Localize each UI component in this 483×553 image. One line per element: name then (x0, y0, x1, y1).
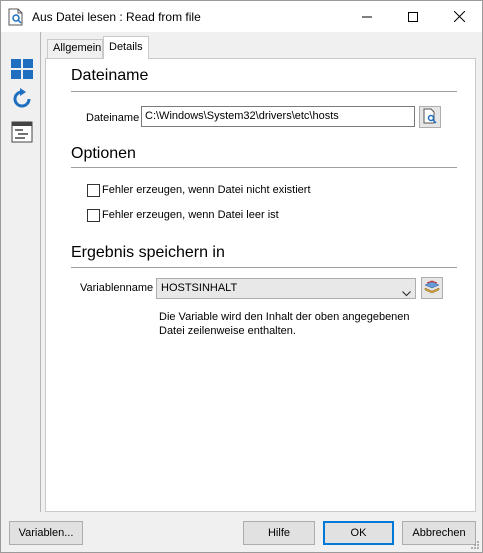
minimize-button[interactable] (344, 1, 390, 32)
file-browse-icon (422, 108, 438, 127)
window-title: Aus Datei lesen : Read from file (32, 10, 201, 24)
variable-name-select[interactable]: HOSTSINHALT (156, 278, 416, 299)
dialog-window: Aus Datei lesen : Read from file Allgeme… (0, 0, 483, 553)
variables-button[interactable]: Variablen... (9, 521, 83, 545)
section-heading-result: Ergebnis speichern in (71, 244, 225, 261)
maximize-button[interactable] (390, 1, 436, 32)
filename-field[interactable]: C:\Windows\System32\drivers\etc\hosts (141, 106, 415, 127)
chevron-down-icon (402, 285, 411, 304)
ok-button[interactable]: OK (323, 521, 394, 545)
refresh-icon[interactable] (10, 87, 34, 111)
divider (71, 267, 457, 268)
left-toolbar (1, 32, 41, 512)
variable-name-label: Variablenname (80, 282, 154, 294)
cancel-button[interactable]: Abbrechen (402, 521, 476, 545)
resize-grip-icon[interactable] (470, 540, 480, 550)
list-document-icon[interactable] (10, 120, 34, 144)
divider (71, 91, 457, 92)
variable-description: Die Variable wird den Inhalt der oben an… (159, 311, 410, 337)
close-button[interactable] (436, 1, 482, 32)
title-bar[interactable]: Aus Datei lesen : Read from file (1, 1, 482, 32)
tab-details[interactable]: Details (103, 36, 149, 59)
error-if-missing-label: Fehler erzeugen, wenn Datei nicht existi… (102, 184, 311, 196)
help-button[interactable]: Hilfe (243, 521, 315, 545)
browse-file-button[interactable] (419, 106, 441, 128)
error-if-empty-label: Fehler erzeugen, wenn Datei leer ist (102, 209, 279, 221)
divider (71, 167, 457, 168)
section-heading-options: Optionen (71, 145, 136, 162)
tab-allgemein[interactable]: Allgemein (47, 39, 103, 58)
error-if-missing-checkbox[interactable] (87, 184, 100, 197)
section-heading-filename: Dateiname (71, 67, 149, 84)
file-search-icon (8, 8, 24, 26)
variable-stack-icon (424, 279, 440, 298)
filename-label: Dateiname (86, 112, 140, 124)
variable-name-value: HOSTSINHALT (161, 282, 238, 294)
grid-view-icon[interactable] (10, 57, 34, 81)
error-if-empty-checkbox[interactable] (87, 209, 100, 222)
variable-picker-button[interactable] (421, 277, 443, 299)
